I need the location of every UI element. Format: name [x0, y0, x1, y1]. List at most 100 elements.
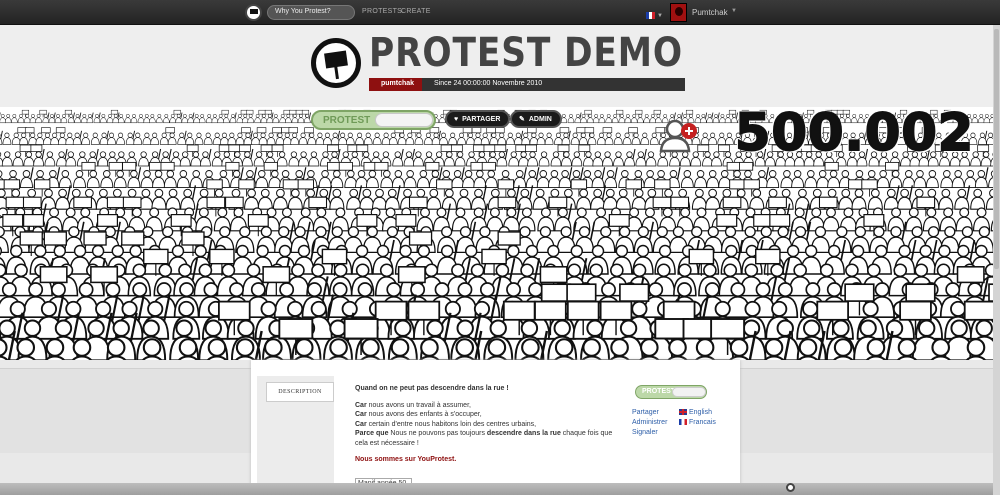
crowd-figure [60, 117, 68, 124]
crowd-figure [372, 196, 388, 210]
crowd-figure [593, 188, 603, 198]
crowd-figure [583, 157, 594, 167]
crowd-figure [342, 151, 349, 158]
crowd-figure [718, 176, 732, 189]
share-link[interactable]: Partager [632, 408, 667, 418]
crowd-figure [677, 113, 682, 118]
crowd-figure [476, 170, 484, 178]
crowd-figure [722, 188, 732, 198]
crowd-figure [211, 157, 223, 167]
crowd-figure [29, 117, 37, 124]
crowd-figure [456, 196, 472, 210]
crowd-figure [911, 226, 923, 238]
crowd-figure [708, 170, 717, 178]
crowd-figure [613, 113, 618, 118]
crowd-figure [959, 207, 970, 218]
scrollbar[interactable] [993, 25, 1000, 495]
french-link[interactable]: Francais [679, 418, 716, 428]
crowd-figure [355, 137, 364, 145]
crowd-figure [724, 117, 732, 124]
crowd-figure [990, 220, 993, 232]
crowd-figure [185, 137, 195, 145]
site-logo-icon[interactable] [786, 483, 795, 492]
toggle-knob[interactable] [672, 387, 706, 397]
crowd-figure [355, 263, 370, 278]
share-button[interactable]: ♥ PARTAGER [445, 110, 511, 128]
toggle-knob[interactable] [375, 113, 433, 127]
crowd-figure [219, 226, 231, 238]
crowd-figure [176, 113, 181, 118]
protest-toggle-label: PROTEST [323, 115, 371, 126]
nav-create-link[interactable]: CREATE [401, 8, 431, 15]
crowd-figure [23, 319, 42, 337]
protest-toggle[interactable]: PROTEST [311, 110, 436, 130]
crowd-figure [572, 170, 581, 178]
user-menu-name[interactable]: Pumtchak [692, 8, 728, 17]
crowd-figure [553, 319, 571, 337]
search-input[interactable]: Why You Protest? [267, 5, 355, 20]
crowd-figure [289, 109, 297, 115]
crowd-figure [365, 132, 371, 138]
crowd-figure [704, 151, 711, 158]
crowd-figure [187, 132, 193, 138]
crowd-figure [540, 207, 551, 218]
crowd-figure [375, 188, 384, 198]
crowd-figure [87, 319, 105, 337]
crowd-figure [81, 117, 88, 124]
crowd-figure [723, 263, 738, 278]
crowd-figure [701, 113, 706, 118]
crowd-figure [260, 188, 270, 198]
crowd-figure [814, 226, 827, 238]
crowd-figure [383, 170, 391, 178]
crowd-figure [863, 213, 885, 227]
crowd-figure [276, 188, 285, 198]
crowd-figure [394, 319, 412, 337]
site-logo-icon[interactable] [245, 4, 262, 21]
crowd-figure [841, 188, 851, 198]
owner-badge[interactable]: pumtchak [369, 78, 422, 91]
crowd-figure [232, 170, 241, 178]
crowd-figure [9, 170, 17, 178]
crowd-figure [106, 338, 126, 357]
crowd-figure [550, 157, 562, 167]
crowd-figure [438, 167, 443, 180]
crowd-figure [585, 151, 592, 158]
crowd-figure [19, 137, 28, 145]
avatar[interactable] [670, 3, 687, 22]
admin-button[interactable]: ✎ ADMIN [510, 110, 562, 128]
crowd-figure [383, 132, 389, 138]
crowd-figure [349, 188, 359, 198]
crowd-figure [21, 132, 27, 138]
report-link[interactable]: Signaler [632, 428, 667, 438]
chevron-down-icon[interactable]: ▼ [731, 8, 737, 14]
crowd-figure [752, 188, 762, 198]
nav-protests-link[interactable]: PROTESTS [362, 8, 402, 15]
crowd-figure [50, 282, 66, 298]
crowd-figure [662, 300, 696, 321]
crowd-figure [515, 144, 528, 152]
crowd-figure [961, 226, 973, 238]
crowd-figure [318, 176, 332, 189]
administer-link[interactable]: Administrer [632, 418, 667, 428]
add-protester-icon[interactable] [659, 119, 699, 153]
crowd-figure [212, 113, 217, 118]
english-link[interactable]: English [679, 408, 716, 418]
crowd-figure [238, 144, 251, 152]
crowd-figure [58, 151, 65, 158]
crowd-figure [643, 117, 650, 124]
crowd-figure [561, 170, 569, 178]
tab-description[interactable]: DESCRIPTION [266, 382, 334, 402]
share-label: PARTAGER [462, 115, 501, 123]
chevron-down-icon: ▼ [657, 12, 663, 19]
crowd-figure [640, 338, 659, 357]
crowd-figure [531, 132, 537, 138]
crowd-figure [480, 137, 490, 145]
crowd-figure [567, 117, 575, 124]
language-selector[interactable]: ▼ [646, 7, 664, 20]
crowd-figure [403, 176, 417, 189]
crowd-figure [246, 263, 261, 278]
crowd-figure [4, 151, 11, 158]
protest-toggle-small[interactable]: PROTEST [635, 385, 707, 399]
crowd-figure [233, 207, 244, 218]
crowd-figure [347, 170, 355, 178]
